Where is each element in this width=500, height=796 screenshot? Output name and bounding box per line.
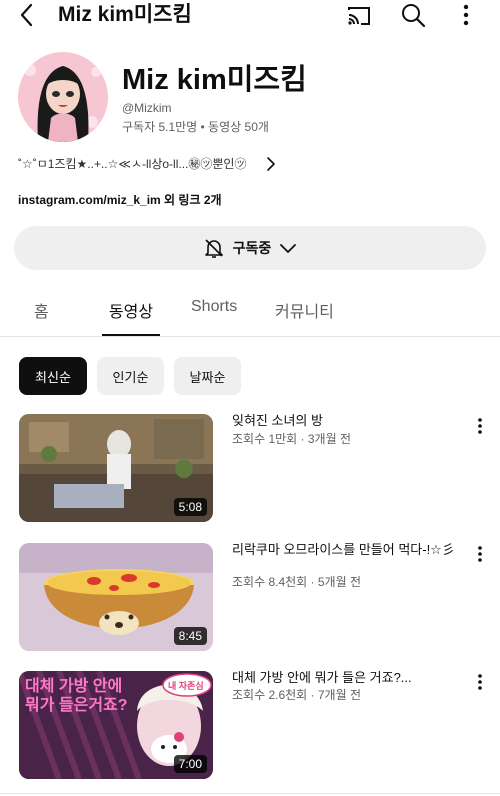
more-vert-icon[interactable] (456, 2, 476, 28)
cast-icon[interactable] (346, 4, 372, 28)
chip-latest[interactable]: 최신순 (19, 357, 87, 395)
video-thumbnail[interactable]: 대체 가방 안에 뭐가 들은거죠? 내 자존심 7:00 (19, 671, 213, 779)
bell-off-icon (203, 237, 225, 259)
video-title[interactable]: 리락쿠마 오므라이스를 만들어 먹다-!☆彡 (232, 541, 464, 559)
subscribed-label: 구독중 (232, 240, 272, 256)
video-meta: 조회수 8.4천회 · 5개월 전 (232, 575, 362, 589)
video-meta: 조회수 1만회 · 3개월 전 (232, 432, 352, 446)
chip-popular[interactable]: 인기순 (97, 357, 164, 395)
search-icon[interactable] (400, 2, 426, 28)
chip-oldest[interactable]: 날짜순 (174, 357, 241, 395)
back-arrow-icon[interactable] (14, 2, 40, 28)
top-app-bar: Miz kim미즈킴 (0, 0, 500, 30)
tab-videos[interactable]: 동영상 (102, 298, 160, 336)
video-title[interactable]: 잊혀진 소녀의 방 (232, 412, 464, 430)
divider (0, 793, 500, 794)
video-duration: 7:00 (173, 755, 207, 773)
video-more-icon[interactable] (472, 544, 488, 564)
channel-links[interactable]: instagram.com/miz_k_im 외 링크 2개 (18, 191, 222, 208)
video-meta: 조회수 2.6천회 · 7개월 전 (232, 688, 362, 702)
top-bar-title: Miz kim미즈킴 (58, 3, 192, 26)
video-more-icon[interactable] (472, 416, 488, 436)
video-duration: 5:08 (173, 498, 207, 516)
video-thumbnail[interactable]: 8:45 (19, 543, 213, 651)
tab-shorts[interactable]: Shorts (191, 298, 237, 336)
channel-tabs: 홈 동영상 Shorts 커뮤니티 (0, 288, 500, 337)
video-duration: 8:45 (173, 627, 207, 645)
channel-stats: 구독자 5.1만명 • 동영상 50개 (122, 120, 269, 134)
video-more-icon[interactable] (472, 672, 488, 692)
chevron-down-icon (279, 242, 297, 254)
channel-avatar[interactable] (18, 52, 108, 142)
subscribed-button[interactable]: 구독중 (14, 226, 486, 270)
thumbnail-bubble-text: 내 자존심 (168, 681, 204, 691)
thumbnail-caption: 대체 가방 안에 뭐가 들은거죠? (25, 678, 128, 714)
channel-handle: @Mizkim (122, 101, 172, 115)
tab-home[interactable]: 홈 (34, 298, 49, 336)
channel-name: Miz kim미즈킴 (122, 64, 307, 96)
video-title[interactable]: 대체 가방 안에 뭐가 들은 거죠?... (232, 669, 464, 687)
channel-description[interactable]: ˚☆˚ㅁ1즈킴★..+..☆≪ㅅ-ll상o-ll...㊙㋡뿐인㋡ (18, 155, 246, 172)
video-thumbnail[interactable]: 5:08 (19, 414, 213, 522)
chevron-right-icon[interactable] (264, 155, 278, 173)
tab-community[interactable]: 커뮤니티 (275, 298, 334, 336)
